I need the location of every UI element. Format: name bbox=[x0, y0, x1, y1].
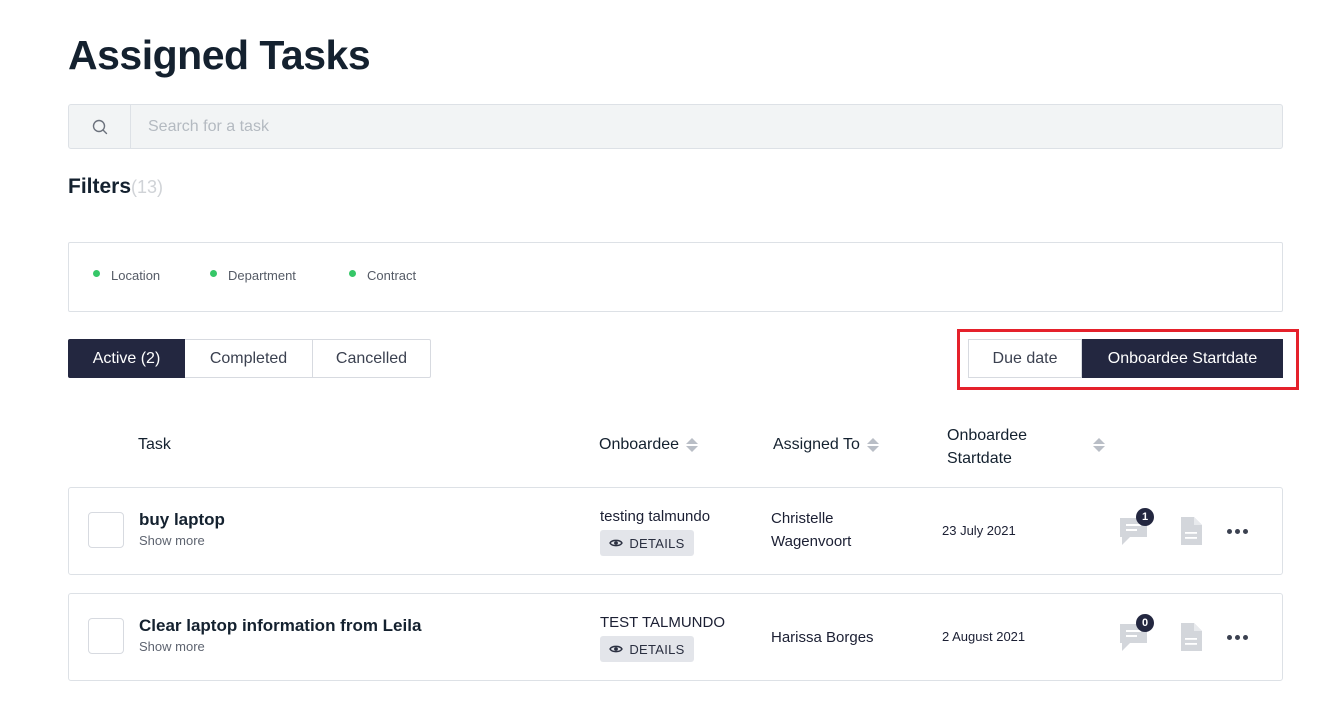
table-row[interactable]: Clear laptop information from Leila Show… bbox=[68, 593, 1283, 681]
assigned-line1: Christelle bbox=[771, 510, 834, 527]
task-checkbox[interactable] bbox=[88, 512, 124, 548]
assigned-line1: Harissa Borges bbox=[771, 629, 874, 646]
sort-toggle: Due date Onboardee Startdate bbox=[968, 339, 1283, 378]
sort-onboardee-startdate-button[interactable]: Onboardee Startdate bbox=[1082, 339, 1283, 378]
assigned-to: Harissa Borges bbox=[771, 626, 874, 649]
column-header-task: Task bbox=[138, 436, 171, 454]
column-header-label-line2: Startdate bbox=[947, 450, 1012, 467]
document-icon[interactable] bbox=[1179, 622, 1203, 657]
status-dot-icon bbox=[349, 270, 356, 277]
task-name[interactable]: buy laptop bbox=[139, 510, 225, 530]
page-title: Assigned Tasks bbox=[68, 32, 371, 78]
comment-icon[interactable]: 1 bbox=[1119, 508, 1154, 548]
task-checkbox[interactable] bbox=[88, 618, 124, 654]
search-bar bbox=[68, 104, 1283, 149]
column-header-label: Assigned To bbox=[773, 436, 860, 453]
filters-count: (13) bbox=[131, 177, 164, 197]
filter-chip-label: Department bbox=[228, 268, 296, 283]
sort-arrows-icon[interactable] bbox=[866, 438, 879, 452]
column-header-label-line1: Onboardee bbox=[947, 427, 1028, 444]
search-input[interactable] bbox=[131, 105, 1282, 148]
tab-completed[interactable]: Completed bbox=[185, 339, 313, 378]
tab-active[interactable]: Active (2) bbox=[68, 339, 185, 378]
filters-title: Filters bbox=[68, 175, 132, 198]
details-button[interactable]: DETAILS bbox=[600, 636, 694, 662]
filters-heading: Filters(13) bbox=[68, 175, 163, 199]
sort-arrows-icon[interactable] bbox=[686, 438, 699, 452]
more-options-icon[interactable] bbox=[1227, 635, 1248, 640]
eye-icon bbox=[609, 539, 624, 547]
column-header-assigned-to[interactable]: Assigned To bbox=[773, 436, 879, 454]
filter-chip-label: Location bbox=[111, 268, 161, 283]
onboardee-name: testing talmundo bbox=[600, 508, 711, 525]
table-row[interactable]: buy laptop Show more testing talmundo DE… bbox=[68, 487, 1283, 575]
column-header-startdate[interactable]: Onboardee Startdate bbox=[947, 424, 1027, 470]
column-header-label: Task bbox=[138, 436, 171, 453]
filter-chip-label: Contract bbox=[367, 268, 417, 283]
sort-arrows-icon[interactable] bbox=[1093, 438, 1105, 452]
eye-icon bbox=[609, 645, 624, 653]
onboardee-startdate: 2 August 2021 bbox=[942, 629, 1026, 644]
show-more-link[interactable]: Show more bbox=[139, 639, 205, 654]
tab-cancelled[interactable]: Cancelled bbox=[313, 339, 431, 378]
status-tabs: Active (2) Completed Cancelled bbox=[68, 339, 431, 378]
column-header-label: Onboardee bbox=[599, 436, 680, 453]
status-dot-icon bbox=[210, 270, 217, 277]
onboardee-name: TEST TALMUNDO bbox=[600, 614, 726, 631]
column-header-onboardee[interactable]: Onboardee bbox=[599, 436, 699, 454]
assigned-to: Christelle Wagenvoort bbox=[771, 507, 851, 553]
filter-chip-location[interactable]: Location bbox=[93, 268, 160, 283]
show-more-link[interactable]: Show more bbox=[139, 533, 205, 548]
details-label: DETAILS bbox=[629, 641, 685, 657]
search-icon[interactable] bbox=[69, 105, 131, 148]
details-button[interactable]: DETAILS bbox=[600, 530, 694, 556]
status-dot-icon bbox=[93, 270, 100, 277]
onboardee-startdate: 23 July 2021 bbox=[942, 523, 1016, 538]
filter-panel: Location Department Contract bbox=[68, 242, 1283, 312]
details-label: DETAILS bbox=[629, 535, 685, 551]
comment-count-badge: 1 bbox=[1136, 508, 1154, 526]
comment-icon[interactable]: 0 bbox=[1119, 614, 1154, 654]
sort-due-date-button[interactable]: Due date bbox=[968, 339, 1082, 378]
assigned-line2: Wagenvoort bbox=[771, 533, 852, 550]
more-options-icon[interactable] bbox=[1227, 529, 1248, 534]
comment-count-badge: 0 bbox=[1136, 614, 1154, 632]
startdate-sort-control[interactable] bbox=[1086, 438, 1105, 452]
task-name[interactable]: Clear laptop information from Leila bbox=[139, 616, 421, 636]
document-icon[interactable] bbox=[1179, 516, 1203, 551]
filter-chip-department[interactable]: Department bbox=[210, 268, 296, 283]
filter-chip-contract[interactable]: Contract bbox=[349, 268, 416, 283]
